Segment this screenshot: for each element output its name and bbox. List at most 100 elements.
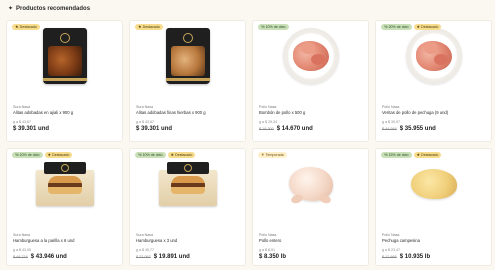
box-package-image <box>158 162 217 206</box>
unit-price: g a $ 8,51 <box>259 248 275 252</box>
discount-badge: % 15% de dcto <box>381 152 412 158</box>
product-image[interactable] <box>130 21 245 91</box>
tag-icon: % <box>384 24 388 29</box>
old-price: $ 12.865 <box>382 255 397 259</box>
badge-label: 20% de dcto <box>388 25 409 29</box>
old-price: $ 16.300 <box>259 127 274 131</box>
badge-label: Destacado <box>421 153 439 157</box>
current-price: $ 39.301 und <box>136 126 173 132</box>
unit-price: g a $ 39,97 <box>382 120 400 124</box>
unit-price: g a $ 43,67 <box>13 120 31 124</box>
discount-badge: % 10% de dcto <box>258 24 289 30</box>
sun-icon: ☀ <box>261 152 265 157</box>
price-line: $ 48.718 $ 43.946 und <box>13 254 116 260</box>
product-name[interactable]: Hamburguesa a la parilla x 6 und <box>13 238 116 243</box>
product-name[interactable]: Alitas adobadas finas hierbas x 900 g <box>136 110 239 115</box>
star-icon: ★ <box>170 152 175 157</box>
price-line: $ 8.350 lb <box>259 254 362 260</box>
product-image[interactable] <box>7 21 122 91</box>
price-line: $ 16.300 $ 14.670 und <box>259 126 362 132</box>
product-card[interactable]: ★ Destacado Sura Nasa Alitas adobadas en aj… <box>6 20 123 142</box>
product-name[interactable]: Hamburguesa x 3 und <box>136 238 239 243</box>
product-image[interactable] <box>376 149 491 219</box>
star-icon: ★ <box>416 152 421 157</box>
current-price: $ 35.955 und <box>399 126 436 132</box>
tag-icon: % <box>384 152 388 157</box>
product-info: Pollo Nasa Pollo entero g a $ 8,51 $ 8.350 … <box>259 233 362 260</box>
plate-image <box>405 28 462 84</box>
old-price: $ 22.067 <box>136 255 151 259</box>
badge-label: 10% de dcto <box>265 25 286 29</box>
star-icon: ★ <box>15 24 19 29</box>
badge-label: Temporada <box>265 153 284 157</box>
destacado-badge: ★ Destacado <box>44 152 73 158</box>
tag-icon: % <box>15 152 19 157</box>
product-image[interactable] <box>253 21 368 91</box>
destacado-badge: ★ Destacado <box>167 152 196 158</box>
product-info: Sura Nasa Alitas adobadas finas hierbas x… <box>136 105 239 132</box>
product-card[interactable]: ★ Destacado Sura Nasa Alitas adobadas finas… <box>129 20 246 142</box>
bag-package-image <box>42 28 87 84</box>
badge-group: % 10% de dcto <box>258 24 289 30</box>
product-grid: ★ Destacado Sura Nasa Alitas adobadas en aj… <box>6 20 492 266</box>
unit-price: g a $ 29,34 <box>259 120 277 124</box>
box-package-image <box>35 162 94 206</box>
unit-price: g a $ 43,67 <box>136 120 154 124</box>
current-price: $ 43.946 und <box>30 254 67 260</box>
product-card[interactable]: % 15% de dcto ★ Destacado Pollo Nasa Pechuga … <box>375 148 492 266</box>
destacado-badge: ★ Destacado <box>413 24 442 30</box>
unit-price: g a $ 43,95 <box>13 248 31 252</box>
badge-label: 10% de dcto <box>19 153 40 157</box>
discount-badge: % 20% de dcto <box>381 24 412 30</box>
tag-icon: % <box>138 152 142 157</box>
badge-group: % 10% de dcto ★ Destacado <box>12 152 73 158</box>
current-price: $ 39.301 und <box>13 126 50 132</box>
badge-group: ★ Destacado <box>135 24 163 30</box>
product-info: Sura Nasa Hamburguesa x 3 und g a $ 45,77 $… <box>136 233 239 260</box>
product-card[interactable]: % 10% de dcto ★ Destacado Sura Nasa Hamburgue… <box>6 148 123 266</box>
current-price: $ 19.891 und <box>153 254 190 260</box>
badge-group: % 15% de dcto ★ Destacado <box>381 152 442 158</box>
product-card[interactable]: % 10% de dcto ★ Destacado Sura Nasa Hamburgue… <box>129 148 246 266</box>
product-name[interactable]: Alitas adobadas en ajiali x 900 g <box>13 110 116 115</box>
unit-price: g a $ 45,77 <box>136 248 154 252</box>
product-info: Sura Nasa Hamburguesa a la parilla x 6 un… <box>13 233 116 260</box>
product-card[interactable]: % 10% de dcto Pollo Nasa Bombón de pollo x … <box>252 20 369 142</box>
star-sparkle-icon: ✦ <box>8 6 14 12</box>
product-name[interactable]: Veritas de pollo de pechuga (9 und) <box>382 110 485 115</box>
old-price: $ 48.718 <box>13 255 28 259</box>
star-icon: ★ <box>416 24 421 29</box>
star-icon: ★ <box>138 24 142 29</box>
product-card[interactable]: ☀ Temporada Pollo Nasa Pollo entero g a $ 8,… <box>252 148 369 266</box>
current-price: $ 10.935 lb <box>399 254 431 260</box>
product-image[interactable] <box>376 21 491 91</box>
plate-image <box>282 28 339 84</box>
badge-label: Destacado <box>52 153 70 157</box>
destacado-badge: ★ Destacado <box>135 24 163 30</box>
badge-label: Destacado <box>142 25 160 29</box>
price-line: $ 39.301 und <box>13 126 116 132</box>
temporada-badge: ☀ Temporada <box>258 152 287 158</box>
badge-label: 10% de dcto <box>142 153 163 157</box>
price-line: $ 44.944 $ 35.955 und <box>382 126 485 132</box>
destacado-badge: ★ Destacado <box>413 152 442 158</box>
product-image[interactable] <box>7 149 122 219</box>
badge-label: 15% de dcto <box>388 153 409 157</box>
product-card[interactable]: % 20% de dcto ★ Destacado Pollo Nasa Veritas … <box>375 20 492 142</box>
unit-price: g a $ 23,47 <box>382 248 400 252</box>
current-price: $ 8.350 lb <box>259 254 287 260</box>
price-line: $ 22.067 $ 19.891 und <box>136 254 239 260</box>
product-name[interactable]: Pechuga campesina <box>382 238 485 243</box>
product-image[interactable] <box>130 149 245 219</box>
chicken-image <box>288 167 333 205</box>
badge-group: ☀ Temporada <box>258 152 287 158</box>
discount-badge: % 10% de dcto <box>135 152 166 158</box>
badge-group: % 10% de dcto ★ Destacado <box>135 152 196 158</box>
section-header: ✦ Productos recomendados <box>8 3 90 15</box>
product-name[interactable]: Bombón de pollo x 500 g <box>259 110 362 115</box>
product-image[interactable] <box>253 149 368 219</box>
star-icon: ★ <box>47 152 52 157</box>
price-line: $ 12.865 $ 10.935 lb <box>382 254 485 260</box>
product-name[interactable]: Pollo entero <box>259 238 362 243</box>
product-info: Pollo Nasa Bombón de pollo x 500 gg a $ 2… <box>259 105 362 132</box>
